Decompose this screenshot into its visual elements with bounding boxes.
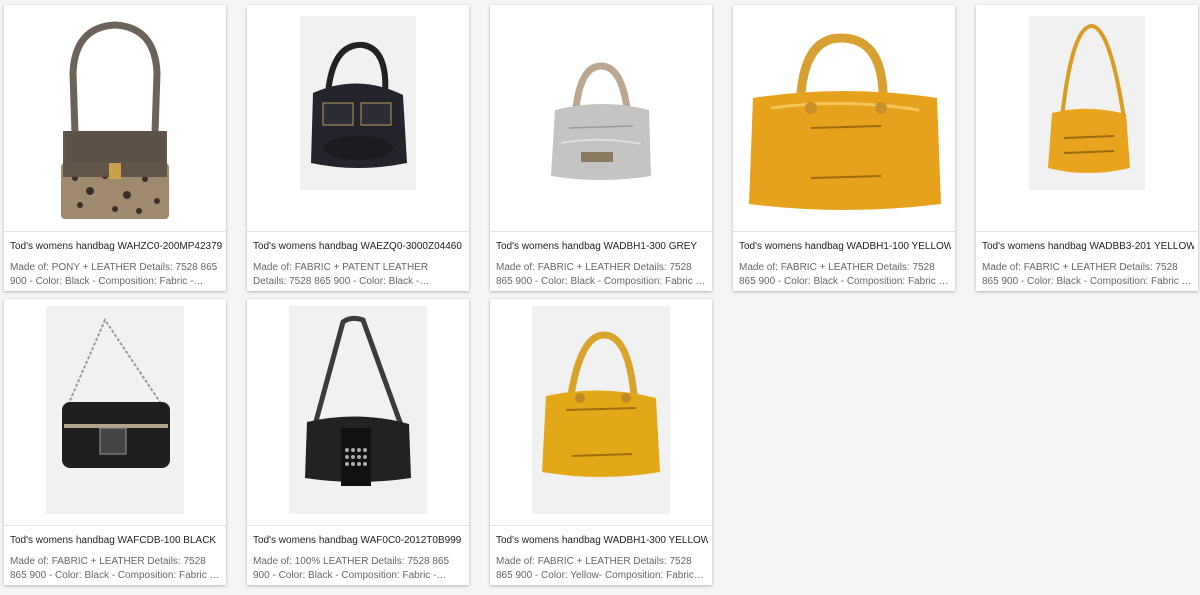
product-image-area[interactable] [247,299,469,525]
product-description: Made of: FABRIC + LEATHER Details: 7528 … [739,262,942,287]
product-card[interactable]: Tod's womens handbag WADBH1-300 YELLOW M… [490,299,712,585]
product-card[interactable]: Tod's womens handbag WADBH1-100 YELLOW M… [733,5,955,291]
card-divider [4,231,226,232]
product-description: Made of: FABRIC + LEATHER Details: 7528 … [496,262,699,287]
product-card[interactable]: Tod's womens handbag WADBH1-300 GREY Mad… [490,5,712,291]
product-title[interactable]: Tod's womens handbag WADBH1-300 GREY [496,241,708,252]
product-image-area[interactable] [247,5,469,231]
card-divider [4,525,226,526]
product-title[interactable]: Tod's womens handbag WAFCDB-100 BLACK [10,535,222,546]
product-description: Made of: FABRIC + LEATHER Details: 7528 … [10,556,213,581]
product-card[interactable]: Tod's womens handbag WADBB3-201 YELLOW M… [976,5,1198,291]
handbag-brown-leopard-image [61,21,169,219]
product-image-area[interactable] [490,5,712,231]
product-card[interactable]: Tod's womens handbag WAHZC0-200MP42379 M… [4,5,226,291]
handbag-yellow-shoulder-image [1048,23,1130,173]
product-title[interactable]: Tod's womens handbag WAF0C0-2012T0B999 [253,535,465,546]
product-image-area[interactable] [4,5,226,231]
photo-backdrop [289,306,427,514]
product-image-area[interactable] [4,299,226,525]
product-description: Made of: 100% LEATHER Details: 7528 865 … [253,556,450,581]
product-description: Made of: FABRIC + LEATHER Details: 7528 … [982,262,1185,287]
handbag-yellow-satin-image [542,331,660,477]
card-divider [976,231,1198,232]
product-title[interactable]: Tod's womens handbag WAHZC0-200MP42379 [10,241,222,252]
product-description: Made of: PONY + LEATHER Details: 7528 86… [10,262,218,287]
product-card[interactable]: Tod's womens handbag WAF0C0-2012T0B999 M… [247,299,469,585]
handbag-black-fabric-image [311,41,407,168]
card-divider [247,525,469,526]
product-card[interactable]: Tod's womens handbag WAFCDB-100 BLACK Ma… [4,299,226,585]
card-divider [247,231,469,232]
product-title[interactable]: Tod's womens handbag WADBH1-300 YELLOW [496,535,708,546]
card-divider [490,231,712,232]
product-title[interactable]: Tod's womens handbag WADBH1-100 YELLOW [739,241,951,252]
product-grid: Tod's womens handbag WAHZC0-200MP42379 M… [0,0,1200,595]
handbag-black-studded-image [305,315,411,486]
photo-backdrop [1029,16,1145,190]
product-image-area[interactable] [490,299,712,525]
handbag-yellow-large-image [749,33,941,210]
handbag-grey-satin-image [551,62,651,180]
product-description: Made of: FABRIC + PATENT LEATHER Details… [253,262,429,287]
card-divider [733,231,955,232]
handbag-black-chain-image [62,317,170,468]
product-description: Made of: FABRIC + LEATHER Details: 7528 … [496,556,700,581]
product-card[interactable]: Tod's womens handbag WAEZQ0-3000Z04460 M… [247,5,469,291]
product-image-area[interactable] [976,5,1198,231]
photo-backdrop [46,306,184,514]
product-image-area[interactable] [733,5,955,231]
photo-backdrop [532,306,670,514]
product-title[interactable]: Tod's womens handbag WAEZQ0-3000Z04460 [253,241,465,252]
photo-backdrop [300,16,416,190]
card-divider [490,525,712,526]
product-title[interactable]: Tod's womens handbag WADBB3-201 YELLOW [982,241,1194,252]
